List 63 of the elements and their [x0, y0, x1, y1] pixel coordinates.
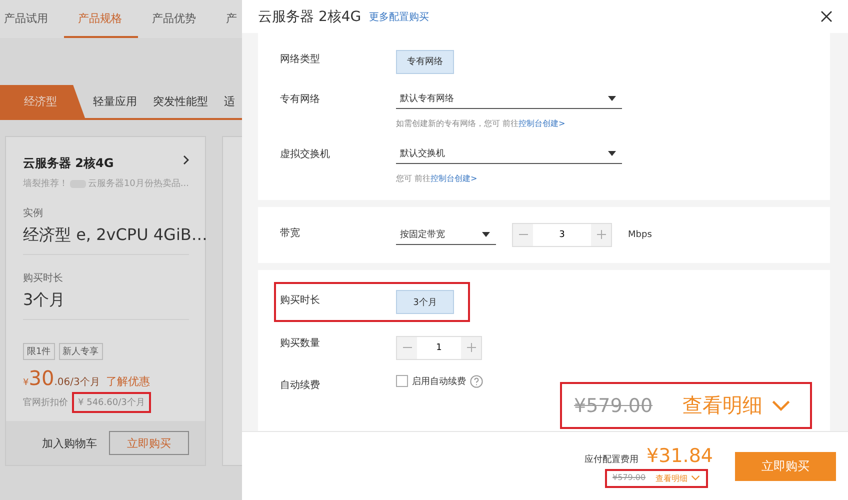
total-price: ¥31.84: [646, 444, 713, 466]
list-price-label: 官网折扣价: [23, 396, 68, 409]
hint-text: 您可 前往控制台创建>: [396, 172, 478, 184]
field-label: 购买时长: [23, 272, 64, 285]
field-label: 购买数量: [280, 337, 320, 351]
field-label: 带宽: [280, 226, 300, 240]
category-tab[interactable]: 经济型: [0, 85, 85, 118]
select-field[interactable]: 按固定带宽: [396, 224, 496, 244]
select-field[interactable]: 默认专有网络: [396, 88, 622, 108]
field-label: 实例: [23, 206, 44, 220]
nav-tab[interactable]: 产品优势: [138, 0, 212, 38]
minus-icon: [518, 234, 528, 235]
promo-link[interactable]: 了解优惠: [106, 374, 150, 389]
caret-icon: [482, 232, 490, 236]
category-tab[interactable]: 突发性能型: [145, 94, 216, 109]
plus-icon: [466, 343, 476, 352]
more-config-link[interactable]: 更多配置购买: [369, 10, 430, 24]
original-price: ¥579.00: [612, 472, 646, 484]
duration-value: 3个月: [23, 289, 66, 311]
chevron-down-icon: [770, 400, 791, 411]
category-tab[interactable]: 适: [216, 94, 235, 109]
currency-sign: ¥: [23, 378, 29, 388]
caret-icon: [608, 150, 616, 156]
original-price: ¥579.00: [574, 394, 653, 416]
console-link[interactable]: 控制台创建>: [430, 174, 478, 182]
field-label: 网络类型: [280, 52, 320, 67]
select-field[interactable]: 默认交换机: [396, 144, 622, 164]
minus-icon: [402, 347, 412, 348]
card-subtitle: 云服务器10月份热卖品...: [88, 178, 189, 190]
add-to-cart-link[interactable]: 加入购物车: [42, 436, 97, 450]
nav-tab[interactable]: 产品试用: [0, 0, 64, 38]
caret-icon: [608, 96, 616, 100]
field-label: 自动续费: [280, 378, 320, 392]
field-label: 购买时长: [280, 294, 320, 308]
field-label: 虚拟交换机: [280, 148, 330, 162]
hint-text: 如需创建新的专有网络，您可 前往控制台创建>: [396, 118, 566, 128]
list-price: ¥ 546.60/3个月: [72, 392, 151, 413]
tag: 新人专享: [58, 343, 103, 360]
chevron-down-icon: [690, 475, 700, 481]
field-label: 专有网络: [280, 92, 320, 106]
quantity-stepper[interactable]: 1: [396, 336, 482, 360]
option-button[interactable]: 3个月: [396, 290, 454, 314]
fee-label: 应付配置费用: [584, 454, 639, 466]
console-link[interactable]: 控制台创建>: [518, 118, 566, 128]
category-tab[interactable]: 轻量应用: [85, 94, 145, 109]
nav-tab[interactable]: 产品规格: [64, 0, 138, 38]
close-icon[interactable]: [821, 11, 832, 22]
help-icon[interactable]: [470, 374, 483, 388]
card-subtitle: 墙裂推荐！: [23, 178, 68, 190]
option-button[interactable]: 专有网络: [396, 50, 454, 74]
unit-label: Mbps: [628, 230, 652, 240]
price-value: 30: [28, 366, 54, 390]
tag: 限1件: [23, 343, 55, 360]
checkbox-label: 启用自动续费: [412, 376, 466, 388]
dialog-title: 云服务器 2核4G: [258, 8, 362, 26]
quantity-stepper[interactable]: 3: [512, 222, 612, 246]
price-suffix: .06/3个月: [54, 376, 100, 389]
card-title: 云服务器 2核4G: [23, 155, 114, 172]
plus-icon: [596, 230, 606, 239]
instance-value: 经济型 e, 2vCPU 4GiB…: [23, 224, 208, 246]
nav-tab[interactable]: 产: [212, 0, 238, 38]
chevron-right-icon[interactable]: [183, 155, 189, 165]
checkbox[interactable]: [396, 375, 408, 387]
